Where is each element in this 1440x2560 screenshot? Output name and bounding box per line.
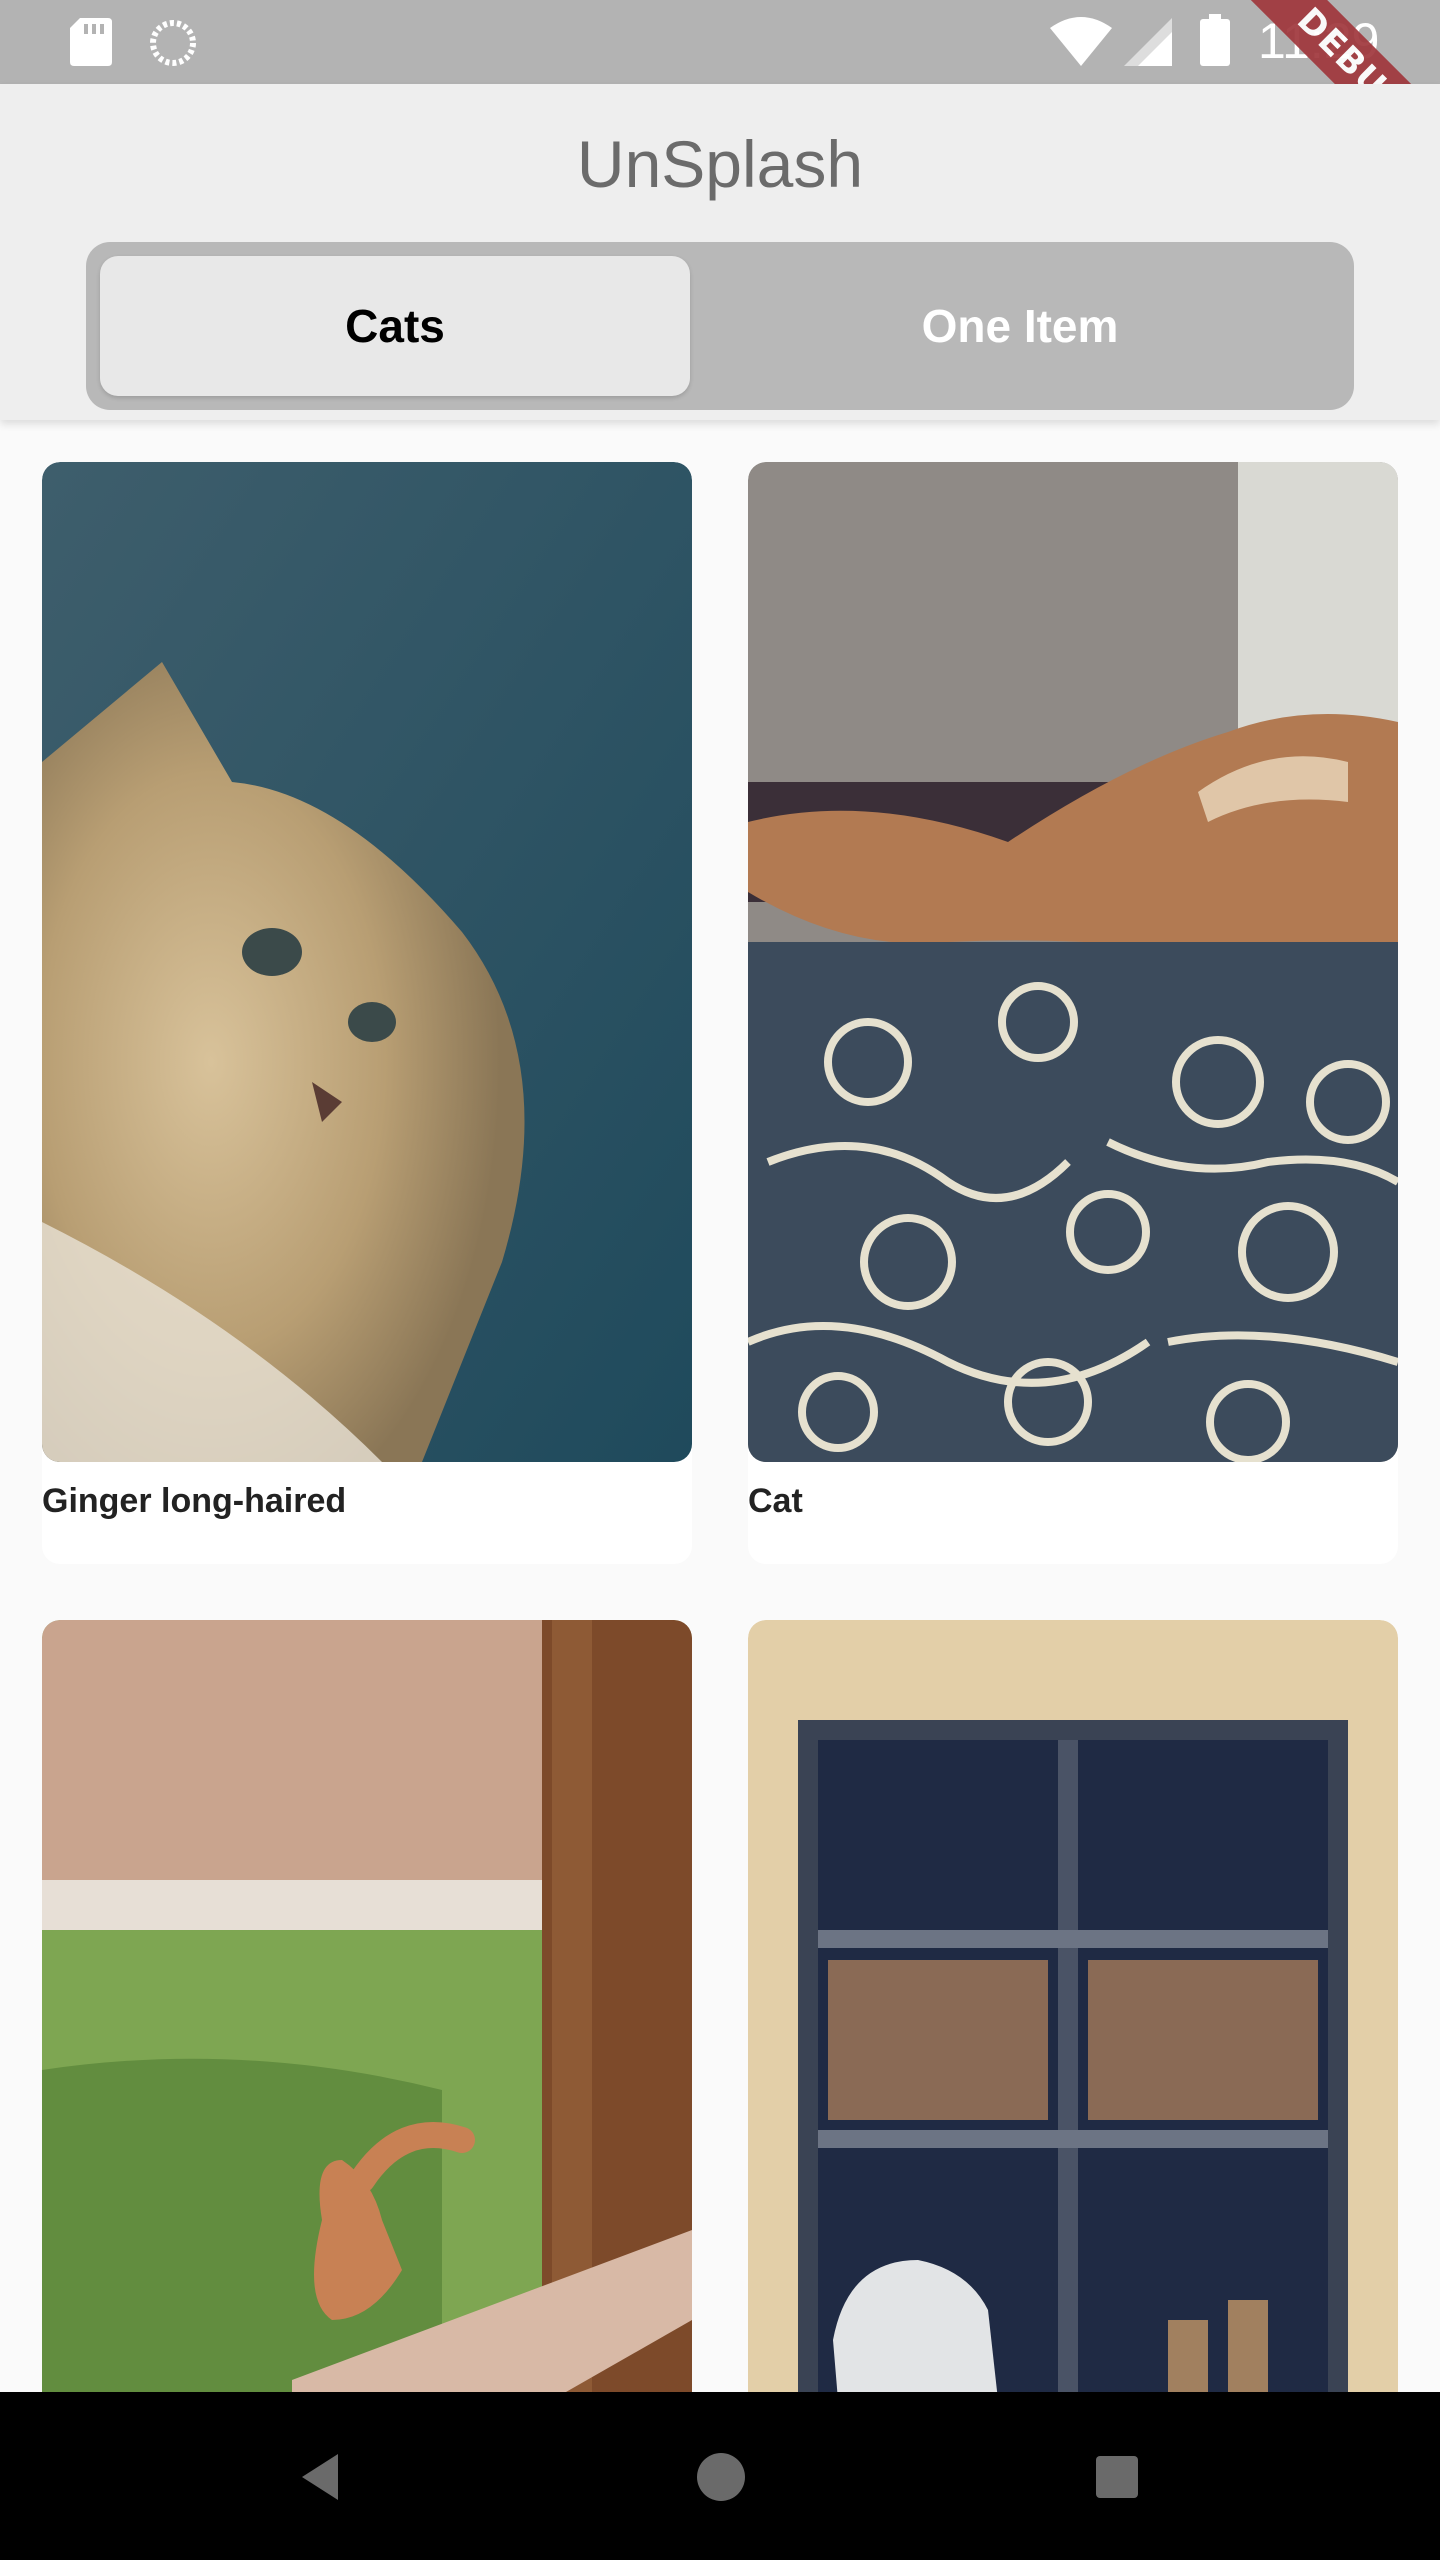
sd-card-icon [70, 18, 112, 66]
cat-photo [42, 1620, 692, 2392]
signal-icon [1124, 18, 1172, 66]
sync-icon [150, 20, 196, 66]
back-icon[interactable] [288, 2442, 358, 2512]
photo-card[interactable] [748, 1620, 1398, 2392]
photo-card[interactable]: Ginger long-haired [42, 462, 692, 1564]
photo-card[interactable]: Cat [748, 462, 1398, 1564]
home-icon[interactable] [686, 2442, 756, 2512]
tab-cats[interactable]: Cats [100, 256, 690, 396]
status-bar: 11:29 [0, 0, 1440, 84]
cat-photo [748, 1620, 1398, 2392]
photo-card[interactable] [42, 1620, 692, 2392]
recents-icon[interactable] [1082, 2442, 1152, 2512]
segmented-control: Cats One Item [86, 242, 1354, 410]
tab-one-item[interactable]: One Item [710, 242, 1330, 410]
page-title: UnSplash [576, 127, 864, 201]
navigation-bar [0, 2392, 1440, 2560]
app-bar: UnSplash Cats One Item [0, 84, 1440, 420]
card-caption: Cat [748, 1482, 803, 1520]
cat-photo [748, 462, 1398, 1462]
card-caption: Ginger long-haired [42, 1482, 347, 1520]
battery-icon [1200, 14, 1230, 66]
photo-grid: Ginger long-haired Cat [0, 420, 1440, 2392]
wifi-icon [1050, 17, 1112, 66]
cat-photo [42, 462, 692, 1462]
